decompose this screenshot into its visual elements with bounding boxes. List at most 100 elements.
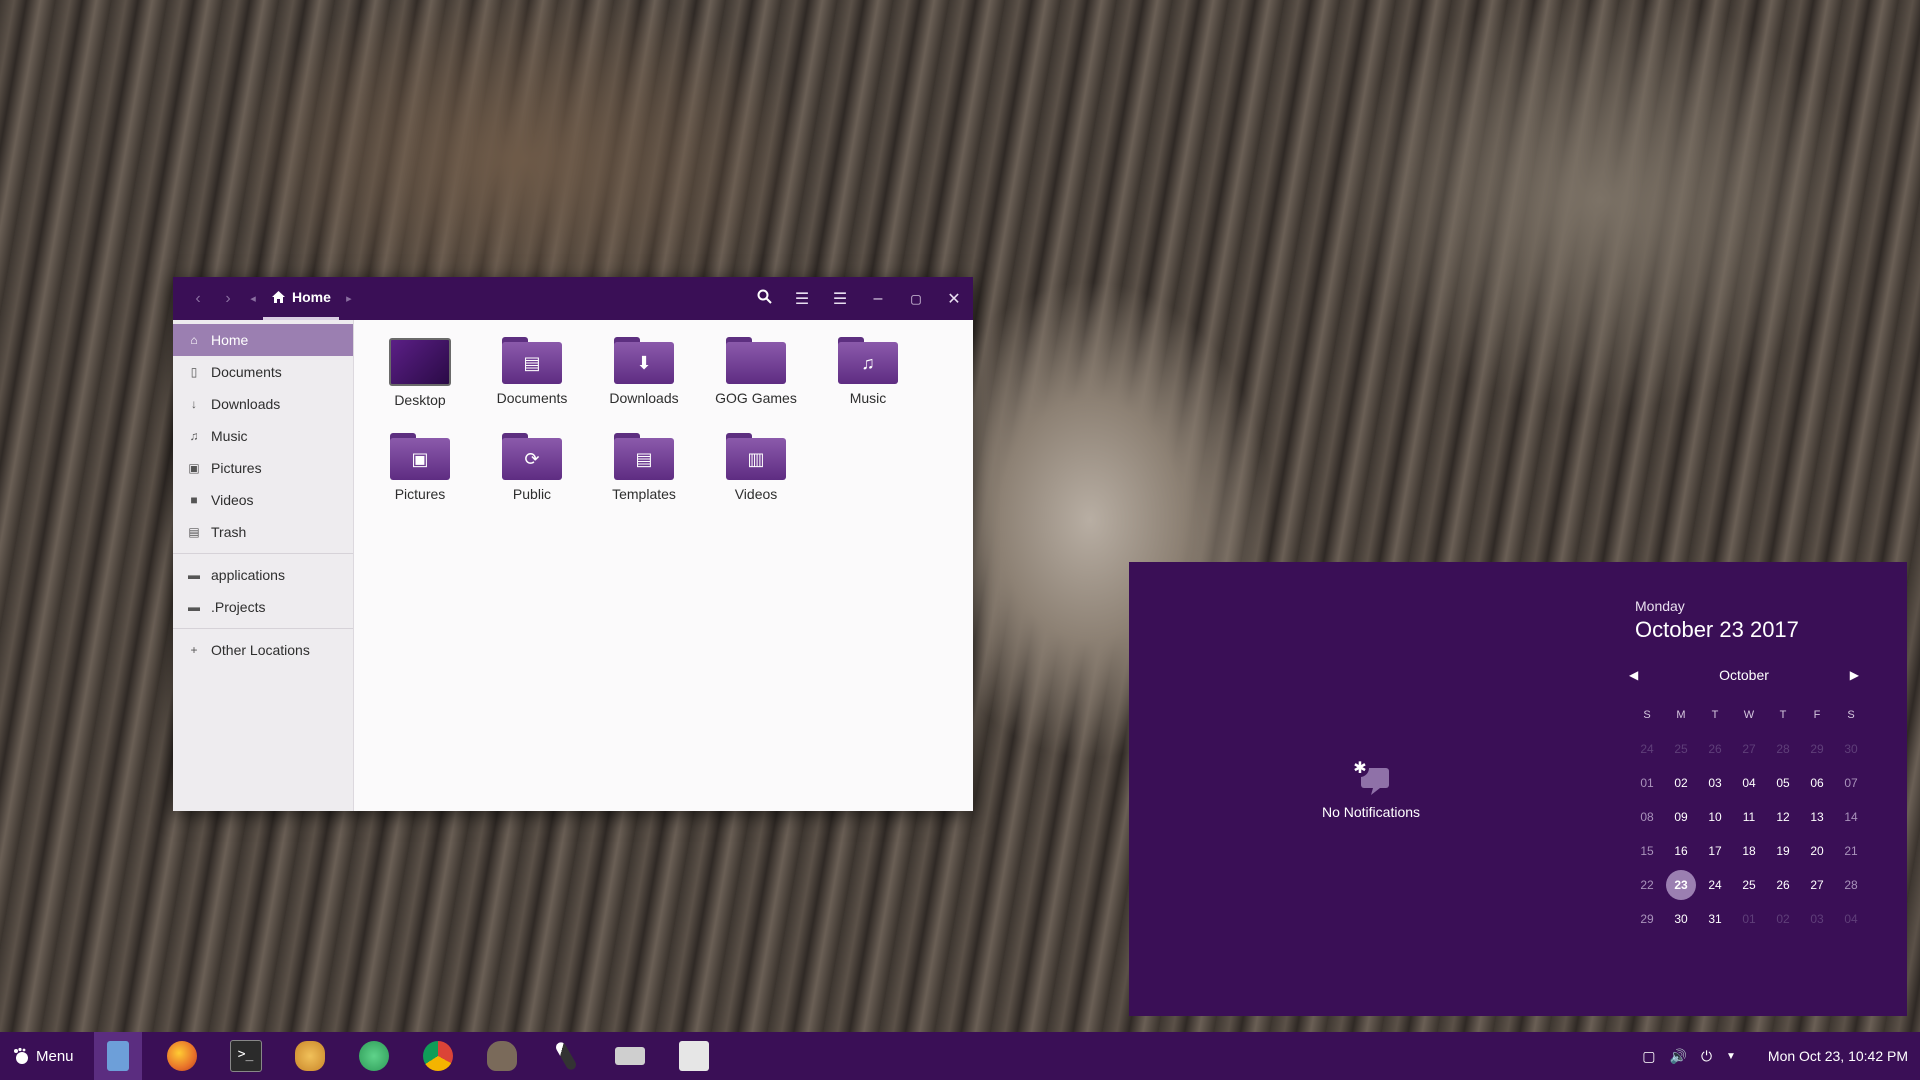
file-item-public[interactable]: ⟳ Public	[476, 430, 588, 526]
calendar-day[interactable]: 29	[1800, 742, 1834, 756]
next-month-icon[interactable]: ▶	[1850, 668, 1859, 682]
calendar-day[interactable]: 25	[1732, 878, 1766, 892]
calendar-day[interactable]: 21	[1834, 844, 1868, 858]
breadcrumb-home[interactable]: Home	[263, 277, 339, 320]
calendar-day[interactable]: 05	[1766, 776, 1800, 790]
sidebar-item-pictures[interactable]: ▣ Pictures	[173, 452, 353, 484]
network-app-icon	[358, 1041, 389, 1071]
calendar-day[interactable]: 26	[1766, 878, 1800, 892]
sidebar-item-documents[interactable]: ▯ Documents	[173, 356, 353, 388]
sidebar-item-label: Trash	[211, 524, 247, 540]
calendar-day[interactable]: 01	[1630, 776, 1664, 790]
launcher-mascot-app[interactable]	[278, 1032, 342, 1080]
calendar-day[interactable]: 25	[1664, 742, 1698, 756]
sidebar-item-label: Pictures	[211, 460, 262, 476]
calendar-day[interactable]: 17	[1698, 844, 1732, 858]
calendar-day-today[interactable]: 23	[1664, 870, 1698, 900]
file-item-documents[interactable]: ▤ Documents	[476, 334, 588, 430]
clock[interactable]: Mon Oct 23, 10:42 PM	[1768, 1048, 1908, 1064]
calendar-day[interactable]: 30	[1834, 742, 1868, 756]
calendar-day[interactable]: 04	[1834, 912, 1868, 926]
sidebar-item-trash[interactable]: ▤ Trash	[173, 516, 353, 548]
sidebar-item-label: Videos	[211, 492, 254, 508]
file-item-desktop[interactable]: Desktop	[364, 334, 476, 430]
calendar-day[interactable]: 22	[1630, 878, 1664, 892]
calendar-day[interactable]: 24	[1698, 878, 1732, 892]
file-item-videos[interactable]: ▥ Videos	[700, 430, 812, 526]
calendar-day[interactable]: 10	[1698, 810, 1732, 824]
video-icon: ■	[190, 493, 198, 507]
calendar-day[interactable]: 28	[1834, 878, 1868, 892]
close-icon[interactable]: ✕	[935, 289, 973, 309]
launcher-chrome[interactable]	[406, 1032, 470, 1080]
file-item-music[interactable]: ♫ Music	[812, 334, 924, 430]
back-icon[interactable]: ‹	[183, 290, 213, 308]
calendar-day[interactable]: 11	[1732, 810, 1766, 824]
sidebar-item-applications[interactable]: ▬ applications	[173, 559, 353, 591]
calendar-day[interactable]: 30	[1664, 912, 1698, 926]
calendar-day[interactable]: 09	[1664, 810, 1698, 824]
calendar-day[interactable]: 29	[1630, 912, 1664, 926]
calendar-day[interactable]: 18	[1732, 844, 1766, 858]
file-item-pictures[interactable]: ▣ Pictures	[364, 430, 476, 526]
launcher-mixer-app[interactable]	[662, 1032, 726, 1080]
calendar-day[interactable]: 01	[1732, 912, 1766, 926]
sidebar-item-projects[interactable]: ▬ .Projects	[173, 591, 353, 623]
calendar-day[interactable]: 02	[1664, 776, 1698, 790]
calendar-day[interactable]: 04	[1732, 776, 1766, 790]
calendar-day[interactable]: 28	[1766, 742, 1800, 756]
launcher-files[interactable]	[93, 1032, 142, 1080]
calendar-day[interactable]: 08	[1630, 810, 1664, 824]
tray-dropdown-icon[interactable]: ▼	[1726, 1051, 1736, 1062]
calendar-day[interactable]: 26	[1698, 742, 1732, 756]
maximize-icon[interactable]: ▢	[897, 292, 935, 306]
forward-icon[interactable]: ›	[213, 290, 243, 308]
calendar-day[interactable]: 27	[1800, 878, 1834, 892]
calendar-day[interactable]: 31	[1698, 912, 1732, 926]
sidebar-item-other-locations[interactable]: + Other Locations	[173, 634, 353, 666]
volume-icon[interactable]: 🔊	[1670, 1048, 1687, 1065]
path-right-icon[interactable]: ▸	[339, 292, 359, 305]
calendar-day[interactable]: 15	[1630, 844, 1664, 858]
calendar-day[interactable]: 13	[1800, 810, 1834, 824]
calendar-day[interactable]: 03	[1800, 912, 1834, 926]
app-menu-icon	[14, 1047, 28, 1064]
calendar-day[interactable]: 14	[1834, 810, 1868, 824]
chrome-icon	[422, 1041, 453, 1071]
calendar-day[interactable]: 07	[1834, 776, 1868, 790]
launcher-green-app[interactable]	[342, 1032, 406, 1080]
menu-button[interactable]: Menu	[0, 1032, 86, 1080]
calendar-day[interactable]: 16	[1664, 844, 1698, 858]
calendar-day[interactable]: 19	[1766, 844, 1800, 858]
calendar-day[interactable]: 02	[1766, 912, 1800, 926]
menu-icon[interactable]: ☰	[821, 289, 859, 309]
launcher-inkscape[interactable]	[534, 1032, 598, 1080]
search-icon[interactable]	[745, 289, 783, 309]
launcher-firefox[interactable]	[150, 1032, 214, 1080]
file-item-gog-games[interactable]: GOG Games	[700, 334, 812, 430]
path-left-icon[interactable]: ◂	[243, 292, 263, 305]
calendar-day[interactable]: 27	[1732, 742, 1766, 756]
calendar-day[interactable]: 20	[1800, 844, 1834, 858]
minimize-icon[interactable]: –	[859, 290, 897, 308]
file-item-templates[interactable]: ▤ Templates	[588, 430, 700, 526]
launcher-keyboard-app[interactable]	[598, 1032, 662, 1080]
calendar-day[interactable]: 12	[1766, 810, 1800, 824]
file-name: Public	[512, 486, 552, 502]
previous-month-icon[interactable]: ◀	[1629, 668, 1638, 682]
file-item-downloads[interactable]: ⬇ Downloads	[588, 334, 700, 430]
calendar-day[interactable]: 06	[1800, 776, 1834, 790]
view-list-icon[interactable]: ☰	[783, 289, 821, 309]
launcher-terminal[interactable]: >_	[214, 1032, 278, 1080]
window-list-icon[interactable]: ▢	[1642, 1048, 1655, 1065]
file-view: Desktop ▤ Documents ⬇ Downloads GOG Game…	[354, 320, 973, 811]
sidebar-item-downloads[interactable]: ↓ Downloads	[173, 388, 353, 420]
sidebar-item-label: .Projects	[211, 599, 266, 615]
power-icon[interactable]: ⏻	[1701, 1048, 1712, 1065]
sidebar-item-videos[interactable]: ■ Videos	[173, 484, 353, 516]
sidebar-item-music[interactable]: ♫ Music	[173, 420, 353, 452]
calendar-day[interactable]: 24	[1630, 742, 1664, 756]
sidebar-item-home[interactable]: ⌂ Home	[173, 324, 353, 356]
launcher-gimp[interactable]	[470, 1032, 534, 1080]
calendar-day[interactable]: 03	[1698, 776, 1732, 790]
